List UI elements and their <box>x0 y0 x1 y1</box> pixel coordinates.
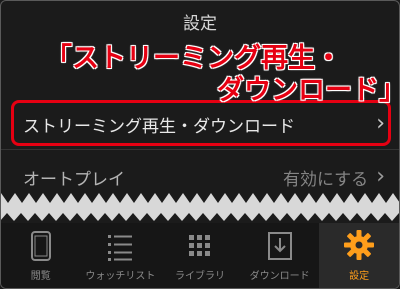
highlight-box <box>11 100 391 146</box>
zigzag-cut-divider <box>1 193 399 221</box>
callout-line-1: 「ストリーミング再生・ <box>45 43 342 74</box>
download-icon <box>267 232 292 260</box>
tab-settings[interactable]: 設定 <box>319 223 399 288</box>
tab-library-label: ライブラリ <box>174 271 225 282</box>
divider <box>1 149 399 150</box>
autoplay-label: オートプレイ <box>23 169 125 190</box>
autoplay-value: 有効にする <box>283 169 369 190</box>
list-icon <box>108 235 133 261</box>
tab-download[interactable]: ダウンロード <box>240 223 320 288</box>
tab-watchlist[interactable]: ウォッチリスト <box>81 223 161 288</box>
tablet-icon <box>30 231 51 261</box>
chevron-right-icon: › <box>376 164 385 189</box>
settings-screen: 設定 ストリーミング再生・ダウンロード › オートプレイ 有効にする › 「スト… <box>0 0 400 289</box>
page-title: 設定 <box>183 13 217 34</box>
gear-icon <box>344 230 375 260</box>
autoplay-value-wrap: 有効にする › <box>283 165 385 190</box>
tab-browse-label: 閲覧 <box>30 271 51 282</box>
tab-settings-label: 設定 <box>349 271 370 282</box>
tab-browse[interactable]: 閲覧 <box>1 223 81 288</box>
grid-icon <box>188 235 210 256</box>
tab-download-label: ダウンロード <box>249 271 310 282</box>
header: 設定 <box>1 1 399 41</box>
tab-bar: 閲覧 ウォッチリスト ライブラリ ダウンロード 設定 <box>1 223 399 288</box>
tab-library[interactable]: ライブラリ <box>160 223 240 288</box>
callout-line-2: ダウンロード」 <box>217 75 400 106</box>
tab-watchlist-label: ウォッチリスト <box>85 271 156 282</box>
